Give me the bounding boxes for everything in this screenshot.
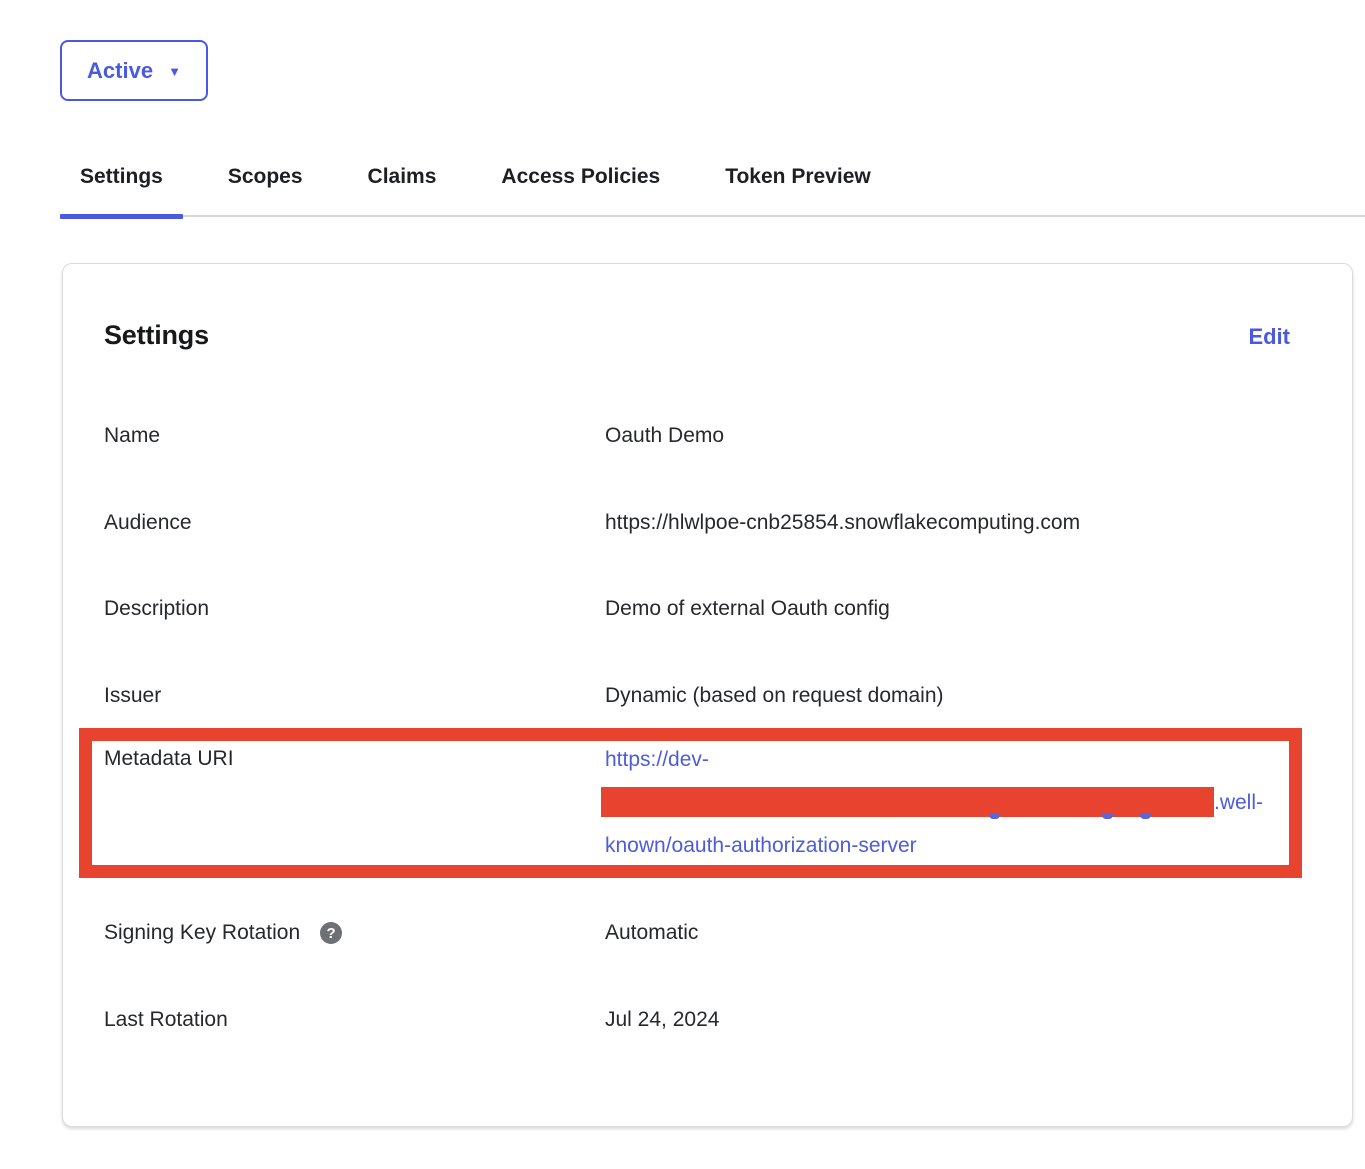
metadata-uri-line-2: .well- — [605, 781, 1290, 824]
field-label: Metadata URI — [104, 745, 605, 773]
field-row-last-rotation: Last Rotation Jul 24, 2024 — [104, 1006, 1290, 1034]
metadata-uri-line-1: https://dev- — [605, 738, 1290, 781]
field-label: Description — [104, 595, 605, 623]
field-row-issuer: Issuer Dynamic (based on request domain) — [104, 682, 1290, 710]
metadata-uri-line-2-text: .well- — [1214, 791, 1263, 814]
field-value: https://hlwlpoe-cnb25854.snowflakecomput… — [605, 509, 1290, 537]
field-row-audience: Audience https://hlwlpoe-cnb25854.snowfl… — [104, 509, 1290, 537]
metadata-uri-line-3: known/oauth-authorization-server — [605, 824, 1290, 867]
tab-scopes[interactable]: Scopes — [208, 160, 323, 215]
tab-bar: Settings Scopes Claims Access Policies T… — [60, 160, 1365, 217]
settings-card: Settings Edit Name Oauth Demo Audience h… — [62, 263, 1353, 1127]
status-dropdown-label: Active — [87, 58, 153, 84]
status-dropdown-button[interactable]: Active ▼ — [60, 40, 208, 101]
field-value: Jul 24, 2024 — [605, 1006, 1290, 1034]
tab-token-preview[interactable]: Token Preview — [705, 160, 891, 215]
card-header: Settings Edit — [104, 320, 1290, 351]
field-row-description: Description Demo of external Oauth confi… — [104, 595, 1290, 623]
field-row-name: Name Oauth Demo — [104, 422, 1290, 450]
field-value: Oauth Demo — [605, 422, 1290, 450]
redaction-wrap — [601, 781, 1214, 824]
field-label: Audience — [104, 509, 605, 537]
redacted-text-descender — [989, 814, 1000, 819]
metadata-uri-link[interactable]: https://dev- .well- known/oauth-authoriz… — [605, 738, 1290, 867]
field-label-text: Signing Key Rotation — [104, 919, 300, 947]
field-value: Demo of external Oauth config — [605, 595, 1290, 623]
tab-claims[interactable]: Claims — [348, 160, 457, 215]
tab-settings[interactable]: Settings — [60, 160, 183, 215]
card-title: Settings — [104, 320, 209, 351]
field-label: Name — [104, 422, 605, 450]
redacted-text-descender — [1102, 814, 1113, 819]
chevron-down-icon: ▼ — [168, 65, 181, 78]
field-value: Automatic — [605, 919, 1290, 947]
help-icon[interactable]: ? — [320, 922, 342, 944]
edit-button[interactable]: Edit — [1248, 324, 1290, 350]
field-value: Dynamic (based on request domain) — [605, 682, 1290, 710]
field-value: https://dev- .well- known/oauth-authoriz… — [605, 738, 1290, 867]
field-row-signing-key-rotation: Signing Key Rotation ? Automatic — [104, 919, 1290, 947]
tab-access-policies[interactable]: Access Policies — [481, 160, 680, 215]
redacted-text-descender — [1140, 814, 1151, 819]
field-label: Issuer — [104, 682, 605, 710]
field-label: Last Rotation — [104, 1006, 605, 1034]
redaction-bar — [601, 787, 1214, 817]
field-label: Signing Key Rotation ? — [104, 919, 605, 947]
field-row-metadata-uri: Metadata URI https://dev- .well- known/o… — [104, 738, 1290, 867]
